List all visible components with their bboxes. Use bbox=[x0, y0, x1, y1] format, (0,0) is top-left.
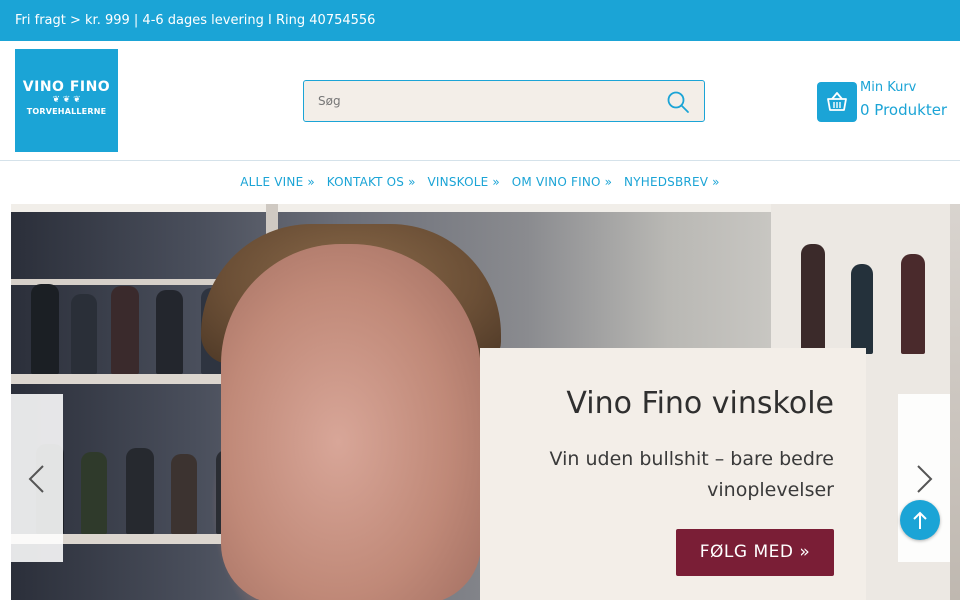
nav-item-kontakt-os[interactable]: KONTAKT OS » bbox=[327, 175, 416, 189]
bottle-decoration bbox=[171, 454, 197, 534]
logo-title: VINO FINO bbox=[22, 79, 111, 95]
main-nav: ALLE VINE » KONTAKT OS » VINSKOLE » OM V… bbox=[0, 161, 960, 204]
bottle-decoration bbox=[111, 286, 139, 374]
chevron-right-icon bbox=[917, 465, 933, 493]
nav-item-vinskole[interactable]: VINSKOLE » bbox=[428, 175, 500, 189]
header: VINO FINO ❦ ❦ ❦ TORVEHALLERNE Min Kurv 0… bbox=[0, 41, 960, 161]
chevron-left-icon bbox=[28, 465, 44, 493]
nav-item-om-vino-fino[interactable]: OM VINO FINO » bbox=[512, 175, 612, 189]
logo-ornament-icon: ❦ ❦ ❦ bbox=[52, 95, 81, 105]
bottle-decoration bbox=[71, 294, 97, 374]
bottle-decoration bbox=[31, 284, 59, 374]
cart-button[interactable]: Min Kurv 0 Produkter bbox=[817, 80, 957, 124]
hero-title: Vino Fino vinskole bbox=[566, 386, 834, 421]
logo[interactable]: VINO FINO ❦ ❦ ❦ TORVEHALLERNE bbox=[15, 49, 118, 152]
carousel-prev-button[interactable] bbox=[11, 394, 63, 562]
search-icon[interactable] bbox=[666, 90, 690, 114]
person-face-decoration bbox=[221, 244, 481, 600]
page-edge bbox=[950, 204, 960, 600]
basket-icon bbox=[817, 82, 857, 122]
bottle-decoration bbox=[156, 290, 183, 374]
hero-caption: Vino Fino vinskole Vin uden bullshit – b… bbox=[480, 348, 866, 600]
cart-count: 0 Produkter bbox=[860, 101, 948, 119]
bottle-decoration bbox=[851, 264, 873, 354]
search-box bbox=[303, 80, 705, 122]
search-input[interactable] bbox=[304, 81, 654, 121]
nav-item-alle-vine[interactable]: ALLE VINE » bbox=[240, 175, 315, 189]
topbar: Fri fragt > kr. 999 | 4-6 dages levering… bbox=[0, 0, 960, 41]
scroll-to-top-button[interactable] bbox=[900, 500, 940, 540]
arrow-up-icon bbox=[913, 511, 927, 529]
bottle-decoration bbox=[801, 244, 825, 354]
follow-button[interactable]: FØLG MED » bbox=[676, 529, 834, 576]
topbar-text: Fri fragt > kr. 999 | 4-6 dages levering… bbox=[15, 13, 376, 28]
nav-item-nyhedsbrev[interactable]: NYHEDSBREV » bbox=[624, 175, 720, 189]
logo-subtitle: TORVEHALLERNE bbox=[26, 107, 107, 116]
bottle-decoration bbox=[126, 448, 154, 534]
bottle-decoration bbox=[81, 452, 107, 534]
bottle-decoration bbox=[901, 254, 925, 354]
cart-label: Min Kurv bbox=[860, 80, 917, 95]
hero-text: Vin uden bullshit – bare bedre vinopleve… bbox=[549, 448, 834, 501]
